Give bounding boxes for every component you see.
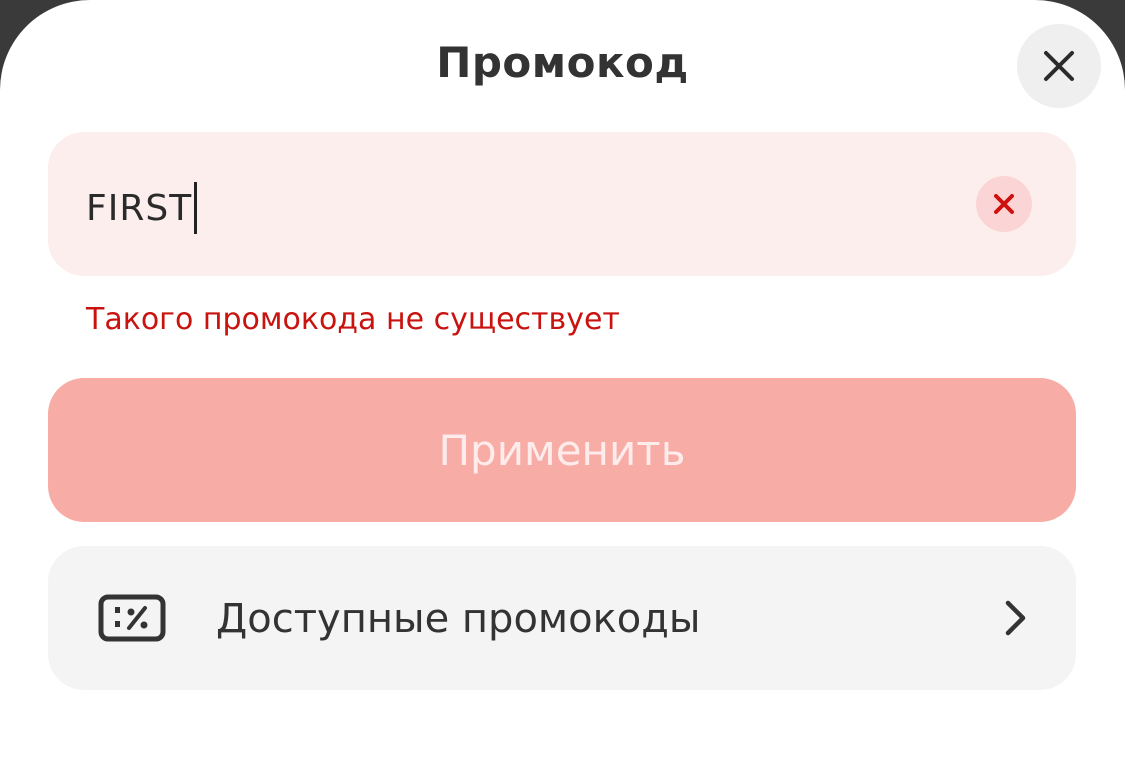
clear-icon	[994, 194, 1014, 214]
promo-code-input[interactable]: FIRST	[48, 132, 1076, 276]
clear-input-button[interactable]	[976, 176, 1032, 232]
text-caret	[194, 182, 198, 234]
close-button[interactable]	[1017, 24, 1101, 108]
promo-sheet: Промокод FIRST Такого промокода не сущес…	[0, 0, 1125, 760]
promo-code-value: FIRST	[86, 187, 193, 229]
chevron-right-icon	[1005, 600, 1026, 636]
available-promos-row[interactable]: Доступные промокоды	[48, 546, 1076, 690]
available-promos-label: Доступные промокоды	[216, 596, 701, 642]
sheet-title: Промокод	[436, 38, 689, 87]
error-message: Такого промокода не существует	[86, 302, 620, 337]
close-icon	[1044, 51, 1074, 81]
apply-button[interactable]: Применить	[48, 378, 1076, 522]
percent-ticket-icon	[98, 594, 166, 642]
